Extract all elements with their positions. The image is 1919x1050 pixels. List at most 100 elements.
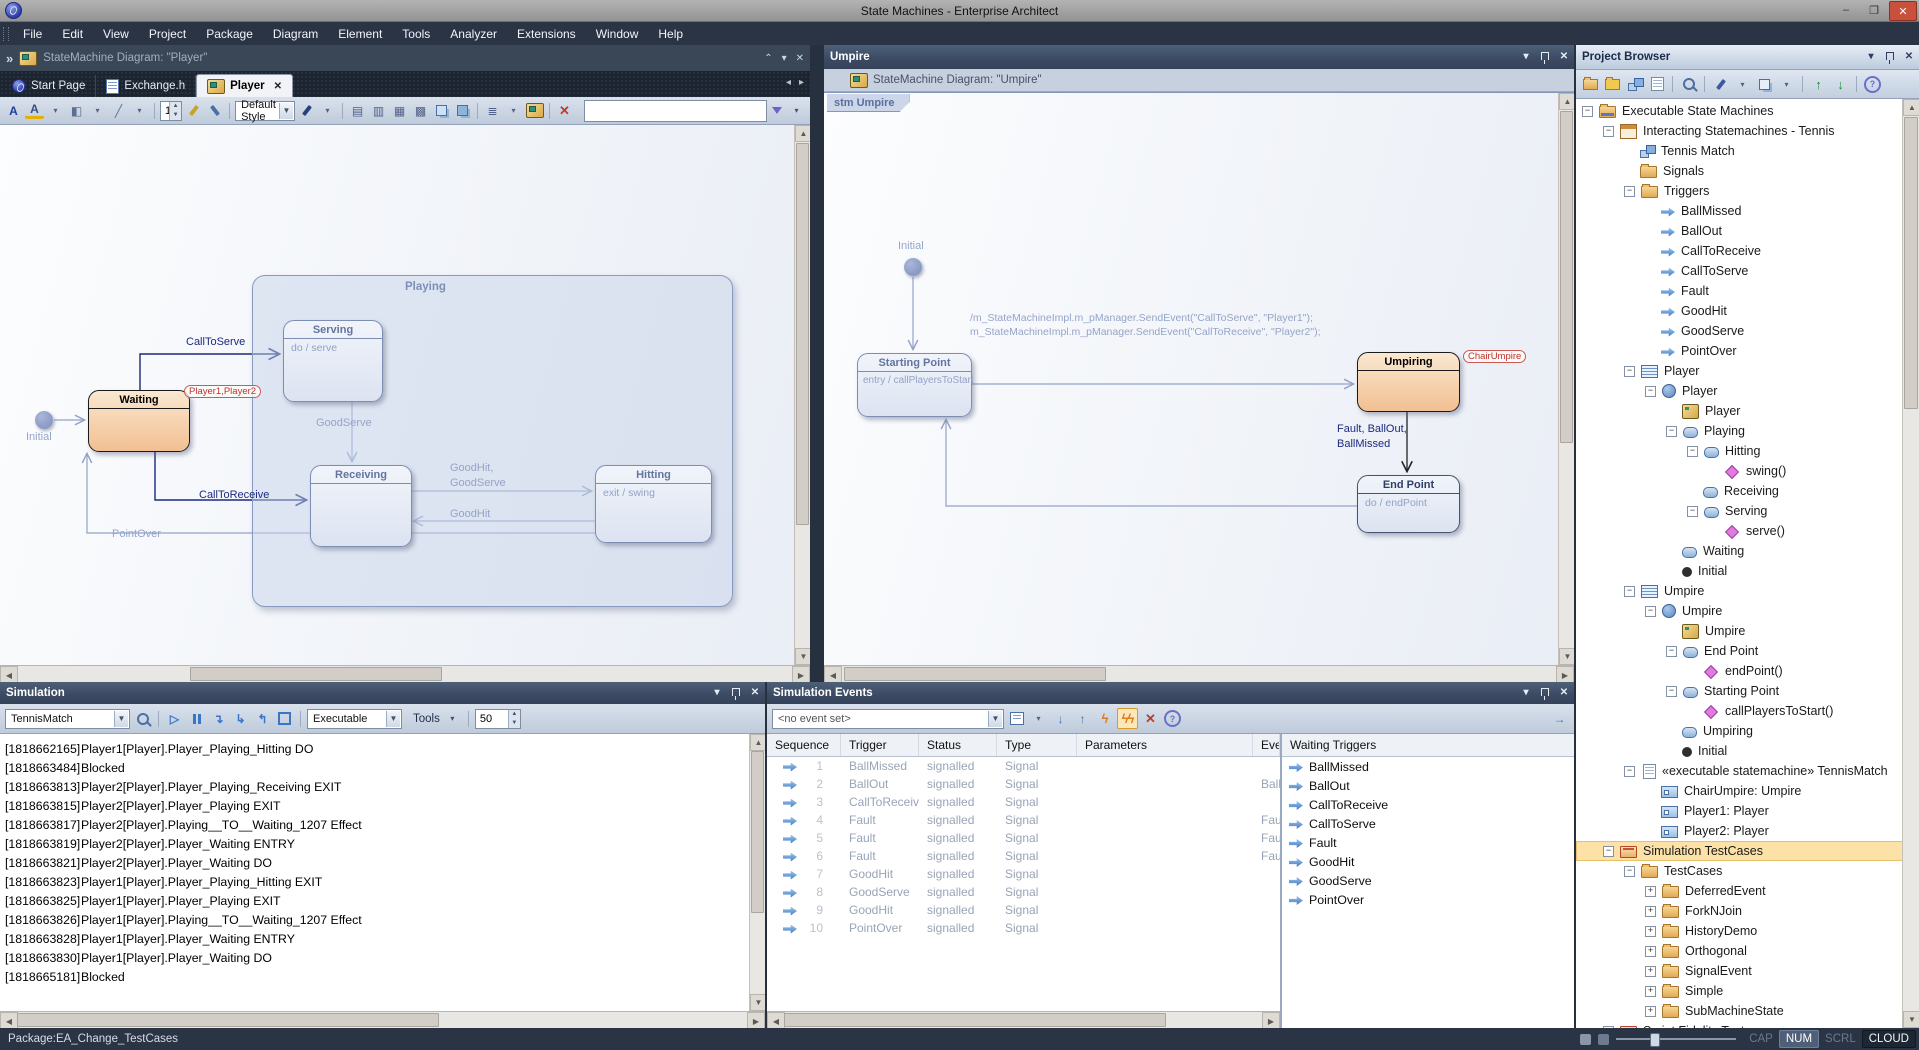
tree-item[interactable]: −Script Fidelity Tests xyxy=(1576,1021,1919,1028)
state-starting-point[interactable]: Starting Point entry / callPlayersToStar… xyxy=(857,353,972,417)
umpire-diagram-canvas[interactable]: stm Umpire Initial Starting Point entry … xyxy=(824,92,1574,665)
tree-item[interactable]: −Playing xyxy=(1576,421,1919,441)
pin-icon[interactable] xyxy=(1539,51,1551,63)
event-row[interactable]: 7GoodHitsignalledSignal xyxy=(767,865,1280,883)
log-line[interactable]: [1818663825]Player1[Player].Player_Playi… xyxy=(0,891,765,910)
scrollbar-thumb[interactable] xyxy=(844,667,1106,681)
expand-toggle[interactable]: + xyxy=(1645,886,1656,897)
menu-item-analyzer[interactable]: Analyzer xyxy=(440,24,507,44)
tree-item[interactable]: +DeferredEvent xyxy=(1576,881,1919,901)
menu-item-element[interactable]: Element xyxy=(328,24,392,44)
tree-item[interactable]: +HistoryDemo xyxy=(1576,921,1919,941)
simulation-titlebar[interactable]: Simulation ▾ ✕ xyxy=(0,682,765,704)
tree-item[interactable]: +SignalEvent xyxy=(1576,961,1919,981)
waiting-trigger-item[interactable]: BallOut xyxy=(1282,776,1574,795)
tree-item[interactable]: −Simulation TestCases xyxy=(1576,841,1919,861)
vertical-scrollbar[interactable]: ▲ ▼ xyxy=(1558,93,1574,665)
waiting-trigger-item[interactable]: CallToReceive xyxy=(1282,795,1574,814)
simulation-target-combo[interactable]: TennisMatch ▼ xyxy=(5,709,130,729)
column-header-sequence[interactable]: Sequence xyxy=(767,734,841,756)
tree-item[interactable]: Player xyxy=(1576,401,1919,421)
stop-simulation-button[interactable] xyxy=(275,709,294,728)
menu-item-package[interactable]: Package xyxy=(196,24,263,44)
scroll-down-icon[interactable]: ▼ xyxy=(1559,648,1574,665)
clear-events-button[interactable]: ✕ xyxy=(1141,709,1160,728)
tree-item[interactable]: −End Point xyxy=(1576,641,1919,661)
waiting-trigger-item[interactable]: Fault xyxy=(1282,833,1574,852)
state-waiting[interactable]: Waiting xyxy=(88,390,190,452)
tree-item[interactable]: −TestCases xyxy=(1576,861,1919,881)
status-icon[interactable] xyxy=(1598,1034,1609,1045)
scroll-right-icon[interactable]: ▶ xyxy=(792,666,810,682)
state-receiving[interactable]: Receiving xyxy=(310,465,412,547)
stepper-down-icon[interactable]: ▼ xyxy=(508,719,520,728)
panel-menu-icon[interactable]: ▾ xyxy=(1520,687,1532,699)
waiting-trigger-item[interactable]: BallMissed xyxy=(1282,757,1574,776)
scroll-up-icon[interactable]: ▲ xyxy=(1559,93,1574,110)
space-horizontal-button[interactable]: ▦ xyxy=(390,101,409,120)
scroll-left-icon[interactable]: ◀ xyxy=(0,1012,18,1028)
font-button[interactable]: A xyxy=(4,101,23,120)
horizontal-scrollbar[interactable]: ◀ ▶ xyxy=(0,1011,765,1028)
fire-event-button[interactable]: ϟ xyxy=(1095,709,1114,728)
event-list-button[interactable] xyxy=(1007,709,1026,728)
scroll-left-icon[interactable]: ◀ xyxy=(0,666,18,682)
expand-toggle[interactable]: − xyxy=(1582,106,1593,117)
menu-item-view[interactable]: View xyxy=(93,24,139,44)
expand-toggle[interactable]: − xyxy=(1624,866,1635,877)
tree-item[interactable]: −Hitting xyxy=(1576,441,1919,461)
stepper-down-icon[interactable]: ▼ xyxy=(169,111,181,120)
vertical-scrollbar[interactable]: ▲ ▼ xyxy=(794,125,810,665)
zoom-slider[interactable] xyxy=(1616,1032,1736,1046)
vertical-scrollbar[interactable]: ▲ ▼ xyxy=(1902,99,1919,1028)
tree-item[interactable]: PointOver xyxy=(1576,341,1919,361)
panel-menu-icon[interactable]: ▾ xyxy=(1865,51,1877,63)
expand-chevrons-icon[interactable]: » xyxy=(6,51,13,66)
fire-all-events-button[interactable]: ϟϟ xyxy=(1117,708,1138,729)
tree-item[interactable]: swing() xyxy=(1576,461,1919,481)
zoom-slider-thumb[interactable] xyxy=(1650,1033,1660,1047)
expand-toggle[interactable]: − xyxy=(1666,646,1677,657)
tree-item[interactable]: −«executable statemachine» TennisMatch xyxy=(1576,761,1919,781)
tree-item[interactable]: −Serving xyxy=(1576,501,1919,521)
panel-splitter[interactable] xyxy=(810,45,824,682)
tree-item[interactable]: Tennis Match xyxy=(1576,141,1919,161)
find-in-browser-button[interactable] xyxy=(1679,75,1698,94)
style-combo[interactable]: Default Style ▼ xyxy=(235,101,295,121)
copy-dropdown-icon[interactable]: ▾ xyxy=(1777,75,1796,94)
tree-item[interactable]: −Executable State Machines xyxy=(1576,101,1919,121)
tree-item[interactable]: CallToReceive xyxy=(1576,241,1919,261)
save-style-dropdown-icon[interactable]: ▾ xyxy=(318,101,337,120)
column-header-parameters[interactable]: Parameters xyxy=(1077,734,1253,756)
scrollbar-thumb[interactable] xyxy=(1904,117,1918,409)
fill-color-button[interactable]: ◧ xyxy=(67,101,86,120)
new-diagram-button[interactable] xyxy=(1625,75,1644,94)
panel-close-icon[interactable]: ✕ xyxy=(796,53,804,64)
tree-item[interactable]: −Umpire xyxy=(1576,581,1919,601)
menu-item-extensions[interactable]: Extensions xyxy=(507,24,586,44)
line-dropdown-icon[interactable]: ▾ xyxy=(130,101,149,120)
event-row[interactable]: 6FaultsignalledSignalFault xyxy=(767,847,1280,865)
tree-item[interactable]: Signals xyxy=(1576,161,1919,181)
copy-button[interactable] xyxy=(1755,75,1774,94)
event-row[interactable]: 1BallMissedsignalledSignal xyxy=(767,757,1280,775)
log-line[interactable]: [1818663815]Player2[Player].Player_Playi… xyxy=(0,796,765,815)
line-width-stepper[interactable]: 1 ▲▼ xyxy=(160,101,182,121)
umpire-panel-titlebar[interactable]: Umpire ▾ ✕ xyxy=(824,45,1574,69)
menu-item-project[interactable]: Project xyxy=(139,24,196,44)
log-line[interactable]: [1818663826]Player1[Player].Playing__TO_… xyxy=(0,910,765,929)
expand-toggle[interactable]: + xyxy=(1645,966,1656,977)
waiting-trigger-item[interactable]: GoodHit xyxy=(1282,852,1574,871)
minimize-button[interactable]: – xyxy=(1833,1,1859,19)
step-in-button[interactable]: ↳ xyxy=(231,709,250,728)
event-set-combo[interactable]: <no event set> ▼ xyxy=(772,709,1004,729)
tree-item[interactable]: Waiting xyxy=(1576,541,1919,561)
tree-item[interactable]: Initial xyxy=(1576,561,1919,581)
tree-item[interactable]: GoodHit xyxy=(1576,301,1919,321)
menu-item-window[interactable]: Window xyxy=(586,24,649,44)
scrollbar-thumb[interactable] xyxy=(784,1013,1166,1027)
event-row[interactable]: 5FaultsignalledSignalFault xyxy=(767,829,1280,847)
tab-player[interactable]: Player ✕ xyxy=(196,74,293,97)
move-down-button[interactable]: ↓ xyxy=(1831,75,1850,94)
tree-item[interactable]: serve() xyxy=(1576,521,1919,541)
